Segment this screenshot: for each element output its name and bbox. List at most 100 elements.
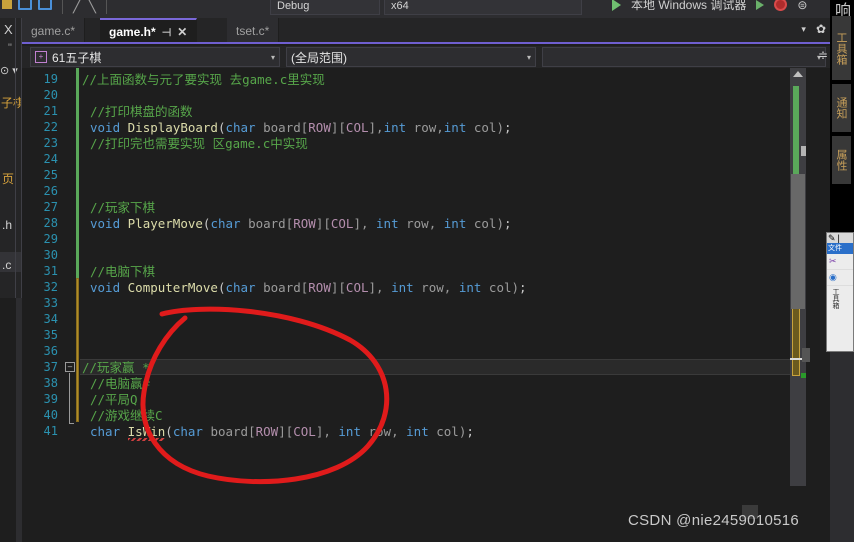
- overflow-icon[interactable]: ⊜: [797, 0, 807, 12]
- right-dock: 响 工具箱 通知 属性 ✎ | 文件 ✂ ◉ 工具箱: [826, 0, 854, 542]
- pointer-icon[interactable]: ╱: [73, 0, 81, 12]
- line-number: 34: [43, 312, 58, 326]
- code-line[interactable]: //游戏继续C: [90, 408, 163, 424]
- undo-icon[interactable]: [18, 0, 32, 10]
- project-icon: +: [35, 51, 47, 63]
- code-token: ;: [503, 216, 512, 231]
- code-token: void: [90, 216, 128, 231]
- code-token: //电脑赢#: [90, 376, 151, 391]
- tab-overflow-controls: ▾ ✿: [801, 22, 826, 36]
- line-number: 32: [43, 280, 58, 294]
- tab-game-h[interactable]: game.h* ⊣ ✕: [100, 18, 198, 44]
- code-token: DisplayBoard: [127, 120, 218, 135]
- change-bar-unsaved: [76, 278, 79, 422]
- dock-tab-toolbox[interactable]: 工具箱: [832, 16, 851, 80]
- code-token: char: [225, 280, 256, 295]
- scroll-edge-handle[interactable]: [802, 348, 810, 362]
- editor-tab-strip: game.c* game.h* ⊣ ✕ tset.c* ▾ ✿: [22, 18, 830, 44]
- code-token: //玩家下棋: [90, 200, 156, 215]
- line-number: 20: [43, 88, 58, 102]
- tab-label: game.c*: [31, 24, 76, 38]
- mini-window-vertical-label: 工具箱: [832, 288, 839, 309]
- pin-icon[interactable]: ⊣: [162, 26, 172, 39]
- code-token: row,: [406, 120, 444, 135]
- build-configuration-dropdown[interactable]: Debug: [270, 0, 380, 15]
- code-line[interactable]: //玩家下棋: [90, 200, 155, 216]
- tab-tset-c[interactable]: tset.c*: [227, 18, 280, 44]
- floating-mini-window[interactable]: ✎ | 文件 ✂ ◉ 工具箱: [826, 232, 854, 352]
- active-tab-underline: [22, 42, 830, 44]
- code-line[interactable]: void ComputerMove(char board[ROW][COL], …: [90, 280, 527, 296]
- chevron-down-icon[interactable]: ▾: [271, 53, 275, 62]
- code-token: ][: [315, 216, 331, 231]
- line-number: 23: [43, 136, 58, 150]
- scope-dropdown[interactable]: + 61五子棋 ▾: [30, 47, 280, 67]
- change-bar-saved: [76, 68, 79, 278]
- code-line[interactable]: void PlayerMove(char board[ROW][COL], in…: [90, 216, 512, 232]
- redo-icon[interactable]: [38, 0, 52, 10]
- scroll-up-arrow[interactable]: [793, 71, 803, 77]
- stop-debug-icon[interactable]: [774, 0, 788, 11]
- left-panel-item-0[interactable]: 子棋: [1, 94, 21, 111]
- mini-window-row-1[interactable]: ✂: [827, 254, 853, 270]
- run-controls: 本地 Windows 调试器 ⊜: [612, 0, 807, 13]
- global-scope-label: (全局范围): [291, 50, 347, 65]
- vertical-scrollbar[interactable]: [790, 68, 806, 542]
- code-token: int: [383, 120, 407, 135]
- start-without-debug-icon[interactable]: [756, 0, 765, 10]
- mini-window-row-2[interactable]: ◉: [827, 270, 853, 286]
- mini-window-menu[interactable]: 文件: [827, 243, 853, 254]
- left-panel-item-3[interactable]: .c: [2, 258, 11, 272]
- code-editor-surface[interactable]: 19 20 21 22 23 24 25 26 27 28 29 30 31 32 33 34 35 36 37 38…: [22, 68, 830, 542]
- tab-game-c[interactable]: game.c*: [22, 18, 86, 44]
- code-token: void: [90, 280, 128, 295]
- code-line[interactable]: //玩家赢 *: [82, 360, 150, 376]
- save-all-icon[interactable]: [2, 0, 12, 9]
- line-number-gutter: 19 20 21 22 23 24 25 26 27 28 29 30 31 32 33 34 35 36 37 38…: [22, 68, 62, 542]
- pointer-icon-2[interactable]: ╲: [87, 0, 95, 12]
- code-token: COL: [345, 280, 369, 295]
- chevron-down-icon[interactable]: ▾: [527, 53, 531, 62]
- code-token: int: [406, 424, 429, 439]
- code-token: ][: [330, 120, 346, 135]
- code-token: ROW: [308, 120, 331, 135]
- run-target-label[interactable]: 本地 Windows 调试器: [631, 0, 746, 13]
- split-view-button[interactable]: ≑: [818, 48, 828, 62]
- member-dropdown[interactable]: ▾: [542, 47, 826, 67]
- code-token: int: [376, 216, 399, 231]
- scrollbar-thumb[interactable]: [791, 174, 805, 309]
- code-line[interactable]: //打印完也需要实现 区game.c中实现: [90, 136, 308, 152]
- dock-tab-properties[interactable]: 属性: [832, 136, 851, 184]
- chevron-down-icon[interactable]: ▾: [801, 24, 806, 35]
- code-line[interactable]: //电脑赢#: [90, 376, 150, 392]
- build-platform-dropdown[interactable]: x64: [384, 0, 582, 15]
- code-token: int: [391, 280, 414, 295]
- close-icon[interactable]: ✕: [177, 25, 187, 39]
- code-token: ;: [519, 280, 527, 295]
- code-token: row,: [360, 424, 407, 439]
- code-line[interactable]: //平局Q: [90, 392, 138, 408]
- code-token: (: [165, 424, 173, 439]
- code-line[interactable]: //打印棋盘的函数: [90, 104, 193, 120]
- code-token: ROW: [255, 424, 279, 439]
- left-panel-item-2[interactable]: .h: [2, 218, 12, 232]
- left-panel-quote: ": [8, 42, 12, 54]
- code-token: //打印完也需要实现 区game.c中实现: [90, 136, 308, 151]
- dock-tab-notifications[interactable]: 通知: [832, 84, 851, 132]
- gear-icon[interactable]: ✿: [816, 22, 826, 36]
- start-debug-icon[interactable]: [612, 0, 621, 11]
- left-panel-item-1[interactable]: 页: [2, 170, 14, 187]
- error-squiggle: [127, 438, 165, 441]
- code-token: board[: [255, 280, 309, 295]
- toolbar-icon-group: ╱ ╲: [2, 0, 111, 18]
- member-scope-dropdown[interactable]: (全局范围) ▾: [286, 47, 536, 67]
- code-line[interactable]: //上面函数与元了要实现 去game.c里实现: [82, 72, 325, 88]
- code-token: ],: [368, 280, 392, 295]
- code-token: ],: [353, 216, 377, 231]
- code-token: int: [338, 424, 361, 439]
- fold-collapse-icon[interactable]: –: [65, 362, 75, 372]
- code-token: IsWin: [127, 424, 166, 439]
- code-line[interactable]: //电脑下棋: [90, 264, 155, 280]
- close-icon[interactable]: X: [4, 22, 13, 37]
- code-line[interactable]: void DisplayBoard(char board[ROW][COL],i…: [90, 120, 512, 136]
